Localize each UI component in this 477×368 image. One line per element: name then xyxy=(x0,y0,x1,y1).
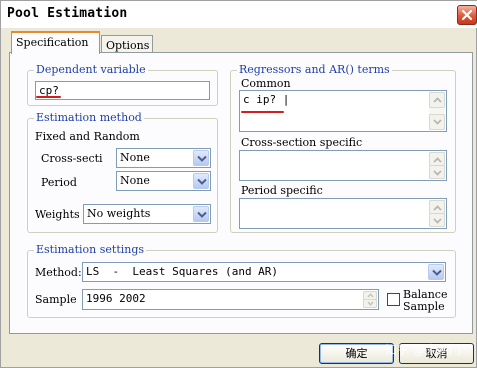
method-select[interactable]: LS - Least Squares (and AR) xyxy=(82,262,446,282)
weights-select[interactable]: No weights xyxy=(83,204,211,224)
scroll-down-button[interactable] xyxy=(363,299,377,308)
scroll-down-button[interactable] xyxy=(429,213,445,227)
scroll-down-button[interactable] xyxy=(429,114,445,130)
sample-value: 1996 2002 xyxy=(86,292,146,305)
ok-button[interactable]: 确定 xyxy=(319,343,394,364)
weights-value: No weights xyxy=(87,207,151,220)
cross-section-specific-input[interactable] xyxy=(239,150,447,181)
common-regressors-value: c ip? | xyxy=(243,93,290,106)
window-title: Pool Estimation xyxy=(7,6,128,21)
ok-button-label: 确定 xyxy=(345,347,368,360)
sample-label: Sample xyxy=(35,293,77,306)
sample-scrollbar[interactable] xyxy=(363,291,377,308)
tab-specification[interactable]: Specification xyxy=(11,31,100,54)
cross-section-method-value: None xyxy=(120,151,150,164)
dropdown-button[interactable] xyxy=(193,173,209,189)
common-scrollbar[interactable] xyxy=(429,92,445,130)
scroll-up-button[interactable] xyxy=(429,152,445,166)
period-method-label: Period xyxy=(41,176,77,189)
balance-label-line2: Sample xyxy=(403,300,445,313)
dependent-variable-legend: Dependent variable xyxy=(34,63,148,76)
method-label: Method: xyxy=(35,266,82,279)
chevron-down-icon xyxy=(197,155,207,162)
fixed-random-heading: Fixed and Random xyxy=(35,130,140,143)
period-specific-label: Period specific xyxy=(241,184,323,197)
tab-options[interactable]: Options xyxy=(101,35,153,53)
tab-options-label: Options xyxy=(106,39,150,52)
close-button[interactable] xyxy=(457,5,477,25)
chevron-down-icon xyxy=(197,178,207,185)
chevron-down-icon xyxy=(367,301,374,306)
scroll-up-button[interactable] xyxy=(429,92,445,108)
period-method-value: None xyxy=(120,174,150,187)
chevron-up-icon xyxy=(433,157,442,163)
common-label: Common xyxy=(241,77,291,90)
dropdown-button[interactable] xyxy=(193,150,209,166)
chevron-down-icon xyxy=(197,211,207,218)
chevron-down-icon xyxy=(433,218,442,224)
watermark-text: 知乎 @大明门 xyxy=(385,343,461,357)
pool-estimation-dialog: Pool Estimation Specification Options De… xyxy=(0,0,477,368)
chevron-down-icon xyxy=(433,119,442,125)
regressors-legend: Regressors and AR() terms xyxy=(237,63,392,76)
chevron-up-icon xyxy=(367,293,374,298)
cross-section-method-label: Cross-secti xyxy=(41,152,103,165)
estimation-method-legend: Estimation method xyxy=(34,111,144,124)
method-value: LS - Least Squares (and AR) xyxy=(86,265,279,278)
balance-sample-label: Balance Sample xyxy=(403,289,447,313)
period-specific-input[interactable] xyxy=(239,198,447,229)
annotation-underline-dependent xyxy=(36,96,61,98)
dropdown-button[interactable] xyxy=(428,264,444,280)
balance-sample-checkbox[interactable] xyxy=(387,293,400,306)
title-bar: Pool Estimation xyxy=(1,1,477,28)
tab-specification-label: Specification xyxy=(16,36,89,49)
dropdown-button[interactable] xyxy=(193,206,209,222)
period-method-select[interactable]: None xyxy=(116,171,211,191)
scroll-up-button[interactable] xyxy=(429,200,445,214)
chevron-down-icon xyxy=(432,269,442,276)
cross-section-scrollbar[interactable] xyxy=(429,152,445,179)
cross-section-specific-label: Cross-section specific xyxy=(241,136,363,149)
dependent-variable-input[interactable]: cp? xyxy=(35,81,210,100)
close-icon xyxy=(461,9,473,21)
annotation-underline-common xyxy=(241,111,284,113)
period-specific-scrollbar[interactable] xyxy=(429,200,445,227)
chevron-up-icon xyxy=(433,97,442,103)
estimation-settings-legend: Estimation settings xyxy=(34,243,147,256)
scroll-down-button[interactable] xyxy=(429,165,445,179)
chevron-down-icon xyxy=(433,170,442,176)
chevron-up-icon xyxy=(433,205,442,211)
sample-input[interactable]: 1996 2002 xyxy=(82,289,379,310)
weights-label: Weights xyxy=(35,208,80,221)
cross-section-method-select[interactable]: None xyxy=(116,148,211,168)
